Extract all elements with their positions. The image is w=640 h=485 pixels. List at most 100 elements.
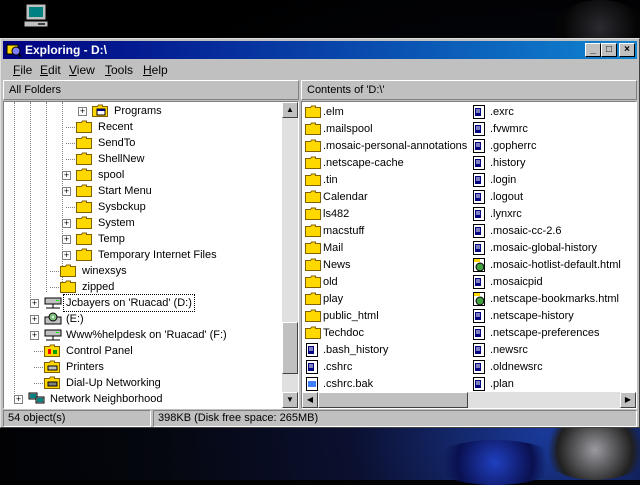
tree-scrollbar[interactable]: ▲ ▼ — [282, 102, 298, 408]
tree-item[interactable]: + spool — [4, 167, 282, 183]
folder-item[interactable]: .elm — [303, 104, 468, 120]
menu-edit[interactable]: Edit — [40, 63, 61, 77]
expand-toggle[interactable]: + — [62, 219, 71, 228]
expand-toggle[interactable]: + — [62, 187, 71, 196]
tree-item[interactable]: SendTo — [4, 135, 282, 151]
item-label: .login — [490, 174, 517, 186]
scroll-thumb[interactable] — [282, 322, 298, 374]
file-item[interactable]: .plan — [470, 376, 635, 392]
title-bar[interactable]: Exploring - D:\ _ □ × — [3, 41, 637, 59]
file-item[interactable]: .lynxrc — [470, 206, 635, 222]
folder-item[interactable]: Techdoc — [303, 325, 468, 341]
file-item[interactable]: .history — [470, 155, 635, 171]
file-item[interactable]: .cshrc — [303, 359, 468, 375]
file-item[interactable]: .oldnewsrc — [470, 359, 635, 375]
tree-item[interactable]: + Programs — [4, 103, 282, 119]
folder-item[interactable]: News — [303, 257, 468, 273]
file-item[interactable]: .netscape-bookmarks.html — [470, 291, 635, 307]
tree-item[interactable]: winexsys — [4, 263, 282, 279]
file-item[interactable]: .bash_history — [303, 342, 468, 358]
file-item[interactable]: .mosaic-cc-2.6 — [470, 223, 635, 239]
scroll-left-button[interactable]: ◀ — [302, 392, 318, 408]
tree-item[interactable]: + Temporary Internet Files — [4, 247, 282, 263]
expand-toggle[interactable]: + — [14, 395, 23, 404]
item-label: .tin — [323, 174, 338, 186]
menu-tools[interactable]: Tools — [105, 63, 133, 77]
folder-item[interactable]: Calendar — [303, 189, 468, 205]
tree-item[interactable]: + System — [4, 215, 282, 231]
file-item[interactable]: .exrc — [470, 104, 635, 120]
tree-item[interactable]: zipped — [4, 279, 282, 295]
folder-icon — [76, 248, 92, 261]
file-item[interactable]: .logout — [470, 189, 635, 205]
expand-toggle[interactable]: + — [30, 315, 39, 324]
expand-toggle[interactable]: + — [30, 331, 39, 340]
tree-connector — [66, 159, 75, 160]
scroll-right-button[interactable]: ▶ — [620, 392, 636, 408]
scroll-down-button[interactable]: ▼ — [282, 392, 298, 408]
folder-item[interactable]: Mail — [303, 240, 468, 256]
folder-item[interactable]: play — [303, 291, 468, 307]
menu-view[interactable]: View — [69, 63, 95, 77]
file-item[interactable]: .netscape-preferences — [470, 325, 635, 341]
file-item[interactable]: .mosaic-global-history — [470, 240, 635, 256]
folder-icon — [76, 120, 92, 133]
file-item[interactable]: .gopherrc — [470, 138, 635, 154]
tree-item[interactable]: Recent — [4, 119, 282, 135]
folder-item[interactable]: old — [303, 274, 468, 290]
item-label: .mosaic-global-history — [490, 242, 597, 254]
folder-item[interactable]: .mosaic-personal-annotations — [303, 138, 468, 154]
maximize-button[interactable]: □ — [601, 43, 617, 57]
contents-pane[interactable]: ◀ ▶ .elm .mailspool .mosaic-personal-annot… — [301, 101, 637, 409]
contents-hscrollbar[interactable]: ◀ ▶ — [302, 392, 636, 408]
file-item[interactable]: .newsrc — [470, 342, 635, 358]
expand-toggle[interactable]: + — [62, 171, 71, 180]
file-item[interactable]: .cshrc.bak — [303, 376, 468, 392]
menu-file[interactable]: File — [13, 63, 32, 77]
expand-toggle[interactable]: + — [62, 235, 71, 244]
file-item[interactable]: .fvwmrc — [470, 121, 635, 137]
minimize-button[interactable]: _ — [585, 43, 601, 57]
folder-item[interactable]: .tin — [303, 172, 468, 188]
tree-item[interactable]: Printers — [4, 359, 282, 375]
window-title: Exploring - D:\ — [25, 43, 107, 57]
my-computer-desktop-icon[interactable] — [22, 2, 52, 32]
expand-toggle[interactable]: + — [62, 251, 71, 260]
tree-item[interactable]: + Jcbayers on 'Ruacad' (D:) — [4, 294, 282, 312]
file-icon — [305, 360, 321, 374]
status-disk-space: 398KB (Disk free space: 265MB) — [153, 410, 637, 427]
menu-help[interactable]: Help — [143, 63, 168, 77]
folder-item[interactable]: ls482 — [303, 206, 468, 222]
folder-item[interactable]: .netscape-cache — [303, 155, 468, 171]
scroll-up-button[interactable]: ▲ — [282, 102, 298, 118]
tree-item[interactable]: + (E:) — [4, 311, 282, 327]
close-button[interactable]: × — [619, 43, 635, 57]
folder-icon — [60, 264, 76, 277]
file-item[interactable]: .netscape-history — [470, 308, 635, 324]
folder-icon — [305, 224, 321, 237]
tree-item[interactable]: Sysbckup — [4, 199, 282, 215]
file-icon — [472, 173, 488, 187]
file-item[interactable]: .mosaic-hotlist-default.html — [470, 257, 635, 273]
hscroll-thumb[interactable] — [318, 392, 468, 408]
file-item[interactable]: .login — [470, 172, 635, 188]
all-folders-header: All Folders — [3, 80, 299, 100]
tree-item[interactable]: + Start Menu — [4, 183, 282, 199]
file-icon — [472, 156, 488, 170]
expand-toggle[interactable]: + — [30, 299, 39, 308]
tree-item[interactable]: + Www%helpdesk on 'Ruacad' (F:) — [4, 327, 282, 343]
folder-item[interactable]: .mailspool — [303, 121, 468, 137]
tree-item[interactable]: + Network Neighborhood — [4, 391, 282, 407]
tree-item[interactable]: Dial-Up Networking — [4, 375, 282, 391]
tree-item[interactable]: + Temp — [4, 231, 282, 247]
folder-item[interactable]: macstuff — [303, 223, 468, 239]
expand-toggle[interactable]: + — [78, 107, 87, 116]
folder-tree-pane[interactable]: ▲ ▼ + Programs Recent SendTo ShellNew + spool +… — [3, 101, 299, 409]
tree-item[interactable]: ShellNew — [4, 151, 282, 167]
item-label: .netscape-cache — [323, 157, 404, 169]
folder-item[interactable]: public_html — [303, 308, 468, 324]
file-icon — [472, 275, 488, 289]
file-icon — [472, 309, 488, 323]
tree-item[interactable]: Control Panel — [4, 343, 282, 359]
file-item[interactable]: .mosaicpid — [470, 274, 635, 290]
